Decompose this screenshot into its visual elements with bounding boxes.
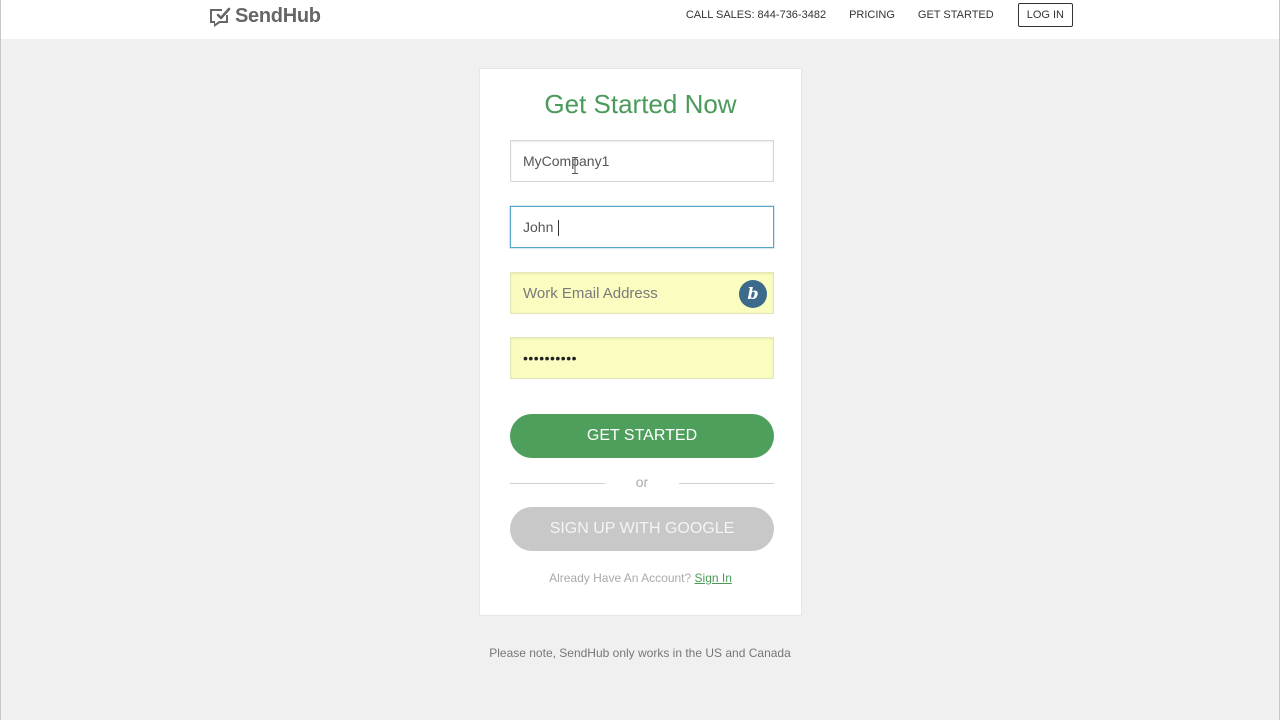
login-button[interactable]: LOG IN [1017, 3, 1073, 27]
page-title: Get Started Now [544, 89, 737, 119]
full-name-value: John [523, 219, 558, 235]
or-divider: or [510, 473, 774, 493]
sign-in-link[interactable]: Sign In [695, 571, 732, 585]
chat-bubble-check-icon [210, 7, 231, 27]
full-name-input[interactable]: John [510, 206, 774, 248]
password-input[interactable]: •••••••••• [510, 337, 774, 379]
company-name-value: MyCompany1 [523, 153, 610, 169]
work-email-input[interactable]: Work Email Address b [510, 272, 774, 314]
account-prompt-text: Already Have An Account? [549, 571, 692, 585]
ibeam-cursor-icon [572, 157, 578, 174]
bitwarden-b-icon[interactable]: b [739, 280, 767, 308]
signup-card: Get Started Now MyCompany1 John Work Ema… [479, 68, 802, 616]
sendhub-logo[interactable]: SendHub [207, 4, 321, 28]
signin-prompt: Already Have An Account? Sign In [480, 571, 801, 585]
top-nav-bar: SendHub CALL SALES: 844-736-3482 PRICING… [1, 0, 1279, 39]
or-label: or [635, 474, 649, 490]
divider-line-right [679, 483, 774, 484]
text-caret [558, 220, 560, 237]
call-sales-link[interactable]: CALL SALES: 844-736-3482 [686, 9, 826, 21]
google-signup-button[interactable]: SIGN UP WITH GOOGLE [510, 507, 774, 551]
password-mask: •••••••••• [523, 350, 578, 366]
get-started-button[interactable]: GET STARTED [510, 414, 774, 458]
header-nav: CALL SALES: 844-736-3482 PRICING GET STA… [686, 2, 1073, 28]
region-note: Please note, SendHub only works in the U… [489, 646, 791, 660]
email-placeholder: Work Email Address [523, 285, 658, 302]
get-started-link[interactable]: GET STARTED [918, 9, 994, 21]
brand-name: SendHub [235, 4, 321, 27]
company-name-input[interactable]: MyCompany1 [510, 140, 774, 182]
pricing-link[interactable]: PRICING [849, 9, 895, 21]
